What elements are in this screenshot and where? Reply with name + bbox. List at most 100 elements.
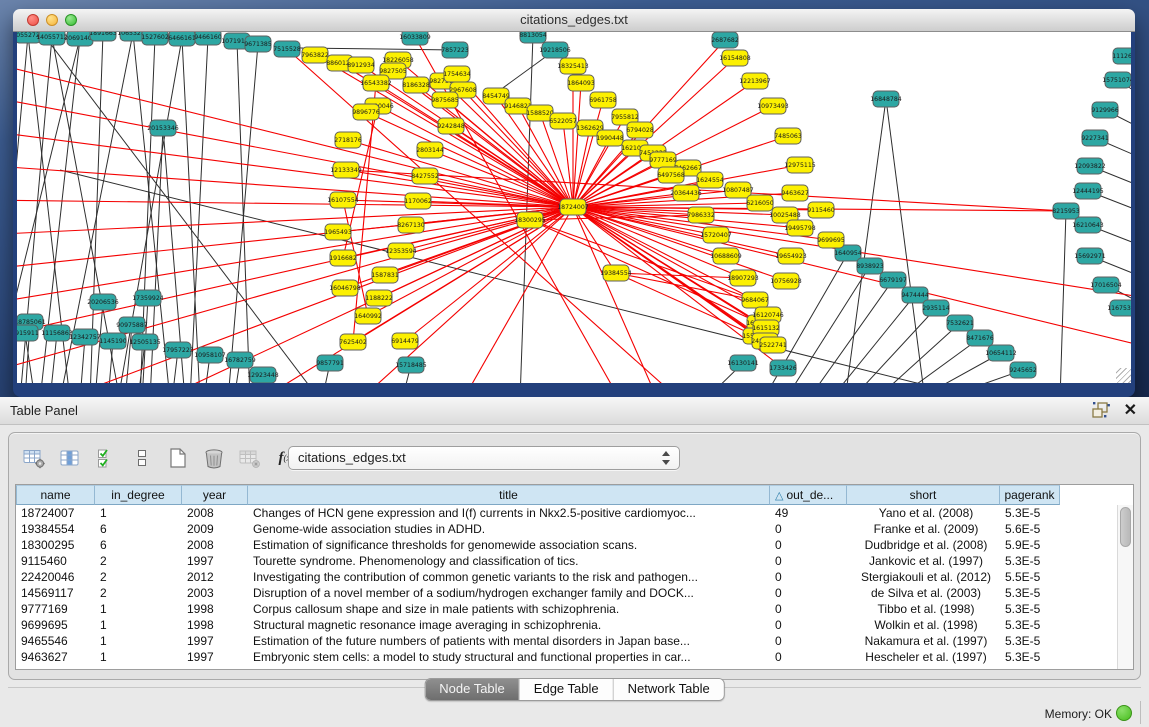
graph-node[interactable]: 16848784	[870, 91, 902, 107]
graph-node[interactable]: 20364436	[670, 185, 702, 201]
cell-year[interactable]: 2008	[182, 537, 248, 553]
graph-node[interactable]: 1640992	[354, 308, 382, 324]
graph-node[interactable]: 1587831	[371, 267, 399, 283]
cell-out_degree[interactable]: 0	[770, 585, 847, 601]
cell-name[interactable]: 9777169	[16, 601, 95, 617]
graph-node[interactable]: 8813054	[519, 32, 547, 43]
cell-out_degree[interactable]: 0	[770, 521, 847, 537]
graph-node[interactable]: 1624554	[696, 172, 724, 188]
graph-node[interactable]: 20206536	[87, 294, 119, 310]
cell-pagerank[interactable]: 5.9E-5	[1000, 537, 1060, 553]
cell-name[interactable]: 9463627	[16, 649, 95, 665]
graph-node[interactable]: 12975115	[784, 157, 816, 173]
graph-node[interactable]: 16782759	[224, 352, 256, 368]
graph-node[interactable]: 16154808	[719, 50, 751, 66]
cell-short[interactable]: Tibbo et al. (1998)	[847, 601, 1000, 617]
cell-out_degree[interactable]: 0	[770, 649, 847, 665]
graph-node[interactable]: 8912934	[347, 57, 375, 73]
cell-pagerank[interactable]: 5.3E-5	[1000, 649, 1060, 665]
cell-title[interactable]: Tourette syndrome. Phenomenology and cla…	[248, 553, 770, 569]
cell-title[interactable]: Disruption of a novel member of a sodium…	[248, 585, 770, 601]
graph-node[interactable]: 9129966	[1091, 102, 1119, 118]
column-header-short[interactable]: short	[847, 485, 1000, 505]
graph-node[interactable]: 8186328	[402, 77, 430, 93]
cell-short[interactable]: Hescheler et al. (1997)	[847, 649, 1000, 665]
cell-in_degree[interactable]: 1	[95, 649, 182, 665]
cell-name[interactable]: 14569117	[16, 585, 95, 601]
graph-node[interactable]: 10958107	[194, 347, 226, 363]
graph-node[interactable]: 9245652	[1009, 362, 1037, 378]
tab-edge-table[interactable]: Edge Table	[520, 679, 614, 700]
graph-node[interactable]: 10973493	[757, 98, 789, 114]
graph-node[interactable]: 6794028	[626, 122, 654, 138]
cell-pagerank[interactable]: 5.3E-5	[1000, 601, 1060, 617]
cell-year[interactable]: 1998	[182, 601, 248, 617]
cell-short[interactable]: Stergiakouli et al. (2012)	[847, 569, 1000, 585]
cell-in_degree[interactable]: 1	[95, 617, 182, 633]
cell-pagerank[interactable]: 5.5E-5	[1000, 569, 1060, 585]
graph-node[interactable]: 7986332	[687, 207, 715, 223]
cell-in_degree[interactable]: 2	[95, 553, 182, 569]
graph-node[interactable]: 1170062	[404, 193, 432, 209]
cell-in_degree[interactable]: 2	[95, 585, 182, 601]
graph-node[interactable]: 9896776	[352, 104, 380, 120]
cell-pagerank[interactable]: 5.3E-5	[1000, 617, 1060, 633]
graph-node[interactable]: 18724007	[557, 199, 589, 215]
graph-node[interactable]: 2687682	[711, 32, 739, 48]
graph-node[interactable]: 1864093	[567, 75, 595, 91]
graph-node[interactable]: 8938923	[856, 258, 884, 274]
graph-node[interactable]: 9466160	[194, 32, 222, 45]
table-row[interactable]: 969969511998Structural magnetic resonanc…	[16, 617, 1118, 633]
cell-out_degree[interactable]: 0	[770, 633, 847, 649]
cell-short[interactable]: Wolkin et al. (1998)	[847, 617, 1000, 633]
graph-node[interactable]: 9875685	[431, 92, 459, 108]
graph-node[interactable]: 15718485	[395, 357, 427, 373]
cell-out_degree[interactable]: 0	[770, 569, 847, 585]
graph-node[interactable]: 2718176	[334, 132, 362, 148]
cell-pagerank[interactable]: 5.3E-5	[1000, 585, 1060, 601]
graph-node[interactable]: 12923448	[247, 367, 279, 383]
cell-title[interactable]: Estimation of significance thresholds fo…	[248, 537, 770, 553]
graph-node[interactable]: 7857223	[441, 42, 469, 58]
cell-short[interactable]: Franke et al. (2009)	[847, 521, 1000, 537]
graph-node[interactable]: 8427552	[411, 168, 439, 184]
graph-node[interactable]: 6216050	[746, 195, 774, 211]
cell-out_degree[interactable]: 0	[770, 617, 847, 633]
graph-node[interactable]: 11156863	[41, 325, 73, 341]
cell-in_degree[interactable]: 1	[95, 601, 182, 617]
graph-node[interactable]: 15751074	[1102, 72, 1131, 88]
select-attributes-button[interactable]	[91, 443, 121, 473]
show-columns-button[interactable]	[55, 443, 85, 473]
cell-short[interactable]: Jankovic et al. (1997)	[847, 553, 1000, 569]
cell-short[interactable]: Yano et al. (2008)	[847, 505, 1000, 521]
table-row[interactable]: 946362711997Embryonic stem cells: a mode…	[16, 649, 1118, 665]
graph-node[interactable]: 6914479	[391, 333, 419, 349]
graph-node[interactable]: 12093822	[1074, 158, 1106, 174]
graph-node[interactable]: 15720407	[700, 227, 732, 243]
graph-node[interactable]: 16210643	[1072, 217, 1104, 233]
graph-node[interactable]: 16130141	[727, 355, 759, 371]
cell-in_degree[interactable]: 6	[95, 537, 182, 553]
window-titlebar[interactable]: citations_edges.txt	[13, 9, 1135, 32]
graph-node[interactable]: 16033809	[399, 32, 431, 45]
close-panel-icon[interactable]: ✕	[1124, 400, 1137, 420]
graph-node[interactable]: 2522741	[759, 337, 787, 353]
graph-node[interactable]: 9115460	[807, 202, 835, 218]
network-canvas[interactable]: 2055272514055712206914061891663106532871…	[17, 32, 1131, 383]
graph-node[interactable]: 7963822	[301, 47, 329, 63]
graph-node[interactable]: 7485063	[774, 128, 802, 144]
float-panel-icon[interactable]	[1091, 401, 1111, 419]
table-options-button[interactable]	[19, 443, 49, 473]
cell-title[interactable]: Investigating the contribution of common…	[248, 569, 770, 585]
graph-node[interactable]: 16107554	[327, 192, 359, 208]
cell-short[interactable]: Nakamura et al. (1997)	[847, 633, 1000, 649]
graph-node[interactable]: 7625402	[339, 334, 367, 350]
graph-node[interactable]: 10654112	[985, 345, 1017, 361]
graph-node[interactable]: 9684067	[741, 292, 769, 308]
column-header-year[interactable]: year	[182, 485, 248, 505]
graph-node[interactable]: 9777169	[649, 152, 677, 168]
graph-node[interactable]: 6961758	[589, 92, 617, 108]
memory-ok-indicator[interactable]	[1116, 705, 1132, 721]
table-body[interactable]: 1872400712008Changes of HCN gene express…	[16, 505, 1118, 669]
graph-node[interactable]: 15692971	[1074, 248, 1106, 264]
